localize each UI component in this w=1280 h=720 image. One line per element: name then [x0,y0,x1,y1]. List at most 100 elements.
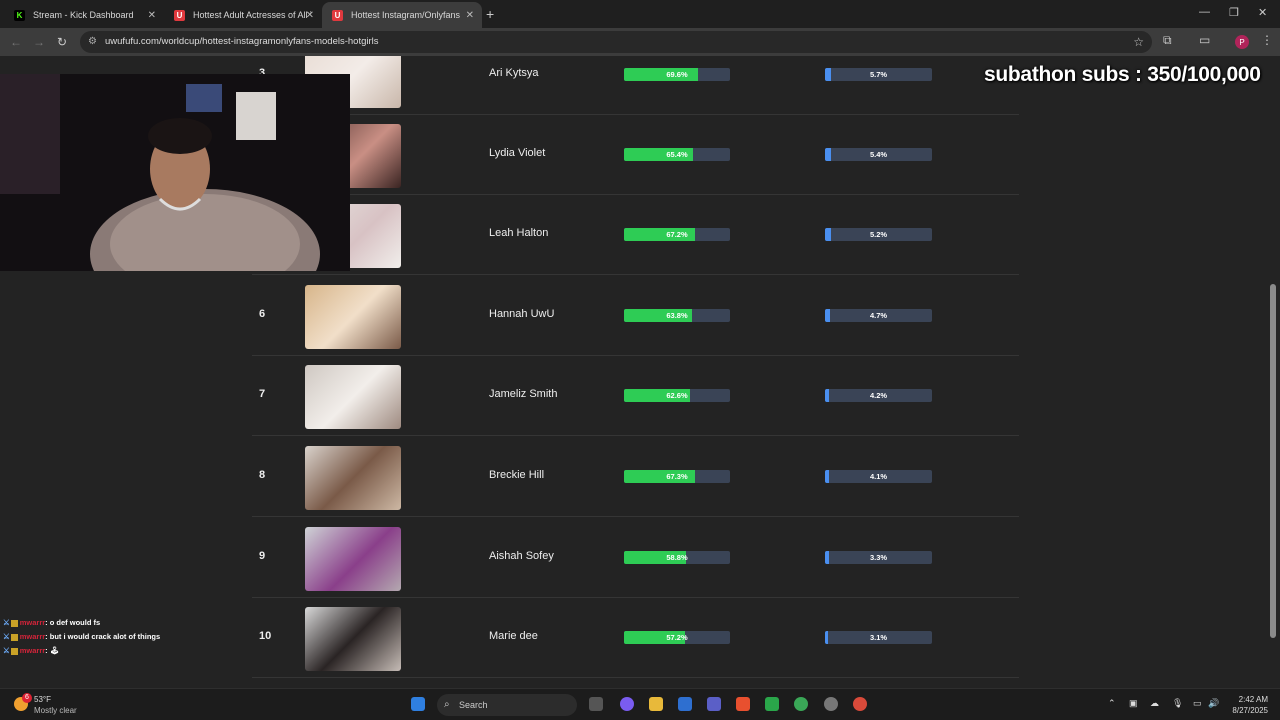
moderator-sword-icon: ⚔ [3,618,10,627]
media-control-icon[interactable]: ▭ [1199,33,1210,47]
windows-taskbar: 6 53°F Mostly clear ⌕ Search ⌃ ▣ ☁ 🎙 ▭ 🔊… [0,688,1280,720]
chrome-icon[interactable] [794,697,808,711]
close-tab-icon[interactable]: ✕ [306,10,314,21]
system-clock[interactable]: 2:42 AM 8/27/2025 [1226,694,1268,716]
tab-instagram-models[interactable]: U Hottest Instagram/Onlyfans Models ✕ [322,2,482,28]
reload-icon[interactable]: ↻ [57,35,67,49]
menu-kebab-icon[interactable]: ⋮ [1261,33,1273,47]
kick-icon: K [14,9,25,21]
store-icon[interactable] [678,697,692,711]
tab-kick-dashboard[interactable]: K Stream - Kick Dashboard ✕ [4,2,164,28]
win-rate-label: 62.6% [666,391,688,400]
championship-rate-label: 4.1% [869,472,888,481]
win-rate-bar: 58.8% [624,551,730,564]
file-explorer-icon[interactable] [649,697,663,711]
contestant-name: Aishah Sofey [489,550,554,562]
subscriber-badge-icon [10,647,18,655]
network-icon[interactable]: ▭ [1193,698,1202,709]
championship-rate-bar: 4.1% [825,470,932,483]
windows-start-icon[interactable] [411,697,425,711]
tray-overflow-icon[interactable]: ⌃ [1108,698,1116,709]
address-bar[interactable]: ⚙ uwufufu.com/worldcup/hottest-instagram… [80,31,1152,53]
page-scrollbar[interactable] [1270,284,1276,638]
ranking-row: 4 Lydia Violet 65.4% 5.4% [252,115,1019,195]
copilot-icon[interactable] [620,697,634,711]
win-rate-bar: 65.4% [624,148,730,161]
rank-number: 7 [259,388,266,400]
chat-message: ⚔ mwarrr: but i would crack alot of thing… [3,632,160,641]
close-tab-icon[interactable]: ✕ [466,10,474,21]
close-tab-icon[interactable]: ✕ [148,10,156,21]
volume-icon[interactable]: 🔊 [1208,698,1219,709]
extensions-icon[interactable]: ⧉ [1163,33,1172,48]
contestant-photo [305,285,401,349]
contestant-photo [305,527,401,591]
contestant-name: Ari Kytsya [489,67,539,79]
win-rate-label: 67.2% [666,230,688,239]
site-info-icon[interactable]: ⚙ [88,31,97,53]
championship-rate-bar: 3.1% [825,631,932,644]
championship-rate-bar: 5.2% [825,228,932,241]
win-rate-label: 69.6% [666,70,688,79]
contestant-name: Leah Halton [489,227,549,239]
win-rate-bar: 62.6% [624,389,730,402]
chat-username: mwarrr [19,646,46,655]
weather-desc: Mostly clear [34,706,77,715]
new-tab-icon[interactable]: + [486,6,494,22]
championship-rate-bar: 5.4% [825,148,932,161]
ranking-row: 3 Ari Kytsya 69.6% 5.7% [252,56,1019,115]
contestant-name: Marie dee [489,630,538,642]
teams-icon[interactable] [707,697,721,711]
chat-username: mwarrr [19,618,46,627]
brave-icon[interactable] [736,697,750,711]
chat-username: mwarrr [19,632,46,641]
rank-number: 9 [259,550,266,562]
championship-rate-bar: 5.7% [825,68,932,81]
restore-icon[interactable]: ❐ [1229,6,1239,19]
championship-rate-label: 3.3% [869,553,888,562]
moderator-sword-icon: ⚔ [3,632,10,641]
win-rate-bar: 67.2% [624,228,730,241]
streamer-webcam-image [0,74,350,271]
taskbar-search[interactable]: ⌕ Search [437,694,577,716]
chrome-active-icon[interactable] [853,697,867,711]
championship-rate-label: 4.2% [869,391,888,400]
app-icon[interactable] [765,697,779,711]
contestant-name: Lydia Violet [489,147,546,159]
win-rate-label: 57.2% [666,633,688,642]
bookmark-star-icon[interactable]: ☆ [1133,31,1144,53]
chat-emote-icon: 🕹 [49,646,60,655]
win-rate-bar: 69.6% [624,68,730,81]
championship-rate-bar: 3.3% [825,551,932,564]
win-rate-bar: 67.3% [624,470,730,483]
toolbar: ← → ↻ ⚙ uwufufu.com/worldcup/hottest-ins… [0,28,1280,56]
championship-rate-label: 5.7% [869,70,888,79]
page-content: 3 Ari Kytsya 69.6% 5.7% 4 Lydia Violet 6… [0,56,1280,688]
minimize-icon[interactable]: — [1199,6,1210,18]
championship-rate-bar: 4.7% [825,309,932,322]
search-label: Search [459,700,488,710]
settings-icon[interactable] [824,697,838,711]
rank-number: 10 [259,630,272,642]
ranking-row: 5 Leah Halton 67.2% 5.2% [252,195,1019,275]
chat-message: ⚔ mwarrr: 🕹 [3,646,59,655]
ranking-row: 7 Jameliz Smith 62.6% 4.2% [252,356,1019,436]
forward-icon[interactable]: → [33,35,45,49]
championship-rate-bar: 4.2% [825,389,932,402]
close-window-icon[interactable]: ✕ [1258,6,1267,19]
onedrive-icon[interactable]: ☁ [1150,698,1159,709]
clock-time: 2:42 AM [1238,695,1268,704]
tab-adult-actresses[interactable]: U Hottest Adult Actresses of All Time ✕ [164,2,322,28]
back-icon[interactable]: ← [10,35,22,49]
webcam-overlay [0,74,350,271]
profile-avatar[interactable]: P [1235,35,1249,49]
contestant-name: Hannah UwU [489,308,555,320]
tray-app-icon[interactable]: ▣ [1129,698,1138,709]
task-view-icon[interactable] [589,697,603,711]
microphone-icon[interactable]: 🎙 [1172,698,1183,709]
subscriber-badge-icon [10,633,18,641]
championship-rate-label: 5.4% [869,150,888,159]
win-rate-label: 58.8% [666,553,688,562]
search-icon: ⌕ [444,699,450,710]
rank-number: 8 [259,469,266,481]
